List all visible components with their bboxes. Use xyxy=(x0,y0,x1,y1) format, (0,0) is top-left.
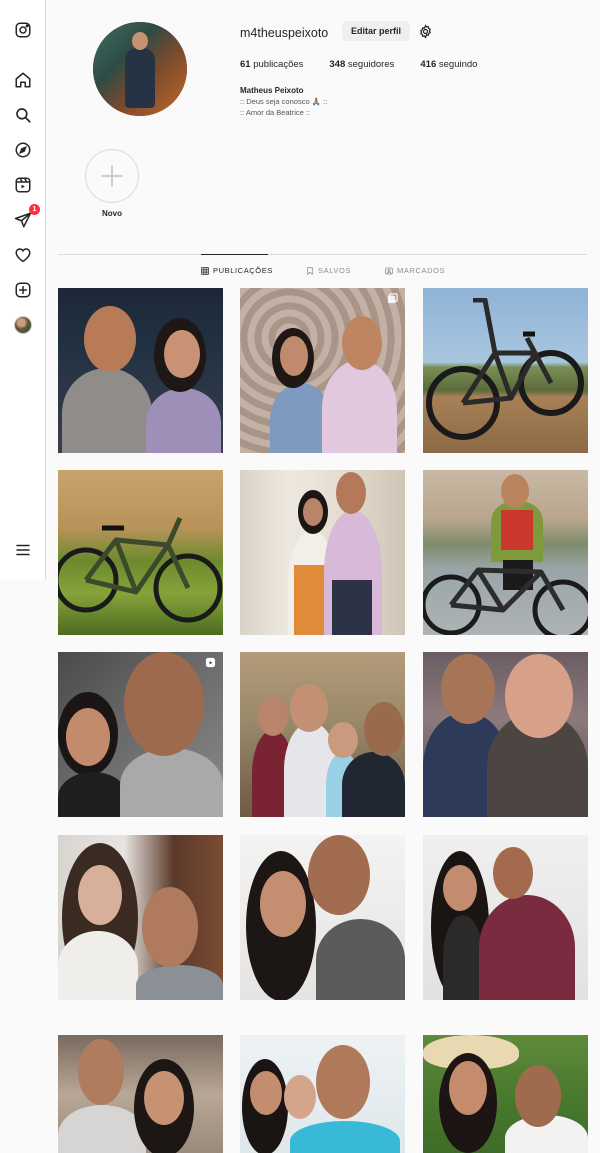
following-count: 416 xyxy=(420,59,437,70)
post-thumbnail[interactable] xyxy=(423,1035,588,1153)
post-thumbnail[interactable] xyxy=(240,470,405,635)
posts-stat: 61 publicações xyxy=(240,59,303,70)
tab-label: SALVOS xyxy=(318,266,352,275)
following-label: seguindo xyxy=(438,59,478,70)
reels-badge-icon xyxy=(205,657,216,668)
post-thumbnail[interactable] xyxy=(423,288,588,453)
username: m4theuspeixoto xyxy=(240,26,329,40)
tab-label: MARCADOS xyxy=(397,266,446,275)
post-thumbnail[interactable] xyxy=(58,652,223,817)
post-thumbnail[interactable] xyxy=(423,470,588,635)
tab-salvos[interactable]: SALVOS xyxy=(306,266,351,275)
profile-picture[interactable] xyxy=(93,22,187,116)
bicycle-image xyxy=(426,298,584,440)
bookmark-icon xyxy=(307,266,313,275)
tab-label: PUBLICAÇÕES xyxy=(213,266,273,275)
search-icon[interactable] xyxy=(12,104,34,126)
tab-marcados[interactable]: MARCADOS xyxy=(385,266,445,275)
settings-gear-icon[interactable] xyxy=(416,22,434,40)
bicycle-image xyxy=(58,516,223,623)
post-thumbnail[interactable] xyxy=(240,835,405,1000)
post-thumbnail[interactable] xyxy=(58,470,223,635)
sidebar: 1 xyxy=(0,0,46,580)
edit-profile-button[interactable]: Editar perfil xyxy=(342,21,411,41)
post-thumbnail[interactable] xyxy=(423,652,588,817)
messages-badge: 1 xyxy=(29,204,40,215)
followers-label: seguidores xyxy=(347,59,395,70)
tabs-divider xyxy=(58,254,587,255)
messages-icon[interactable]: 1 xyxy=(12,204,40,231)
new-highlight-button[interactable] xyxy=(85,149,139,203)
menu-icon[interactable] xyxy=(12,539,34,561)
post-thumbnail[interactable] xyxy=(58,835,223,1000)
profile-avatar[interactable] xyxy=(12,314,34,336)
bio-line: :: Deus seja conosco 🙏🏽 :: xyxy=(240,97,328,106)
profile-name: Matheus Peixoto xyxy=(240,86,304,95)
carousel-icon xyxy=(387,293,398,304)
create-icon[interactable] xyxy=(12,279,34,301)
active-tab-indicator xyxy=(201,254,268,255)
highlight-label: Novo xyxy=(102,209,122,218)
post-thumbnail[interactable] xyxy=(58,288,223,453)
post-thumbnail[interactable] xyxy=(423,835,588,1000)
posts-label: publicações xyxy=(253,59,304,70)
home-icon[interactable] xyxy=(12,69,34,91)
profile-stats: 61 publicações 348 seguidores 416 seguin… xyxy=(240,59,503,70)
post-thumbnail[interactable] xyxy=(240,288,405,453)
followers-stat[interactable]: 348 seguidores xyxy=(329,59,394,70)
bicycle-image xyxy=(423,567,588,635)
reels-icon[interactable] xyxy=(12,174,34,196)
plus-icon xyxy=(101,165,123,187)
following-stat[interactable]: 416 seguindo xyxy=(420,59,477,70)
followers-count: 348 xyxy=(329,59,346,70)
bio-line: :: Amor da Beatrice :: xyxy=(240,108,311,117)
instagram-logo-icon[interactable] xyxy=(12,19,34,41)
tab-publicacoes[interactable]: PUBLICAÇÕES xyxy=(201,266,273,275)
notifications-icon[interactable] xyxy=(12,244,34,266)
grid-icon xyxy=(201,266,209,275)
posts-count: 61 xyxy=(240,59,251,70)
tagged-icon xyxy=(385,267,393,274)
post-thumbnail[interactable] xyxy=(240,652,405,817)
post-thumbnail[interactable] xyxy=(240,1035,405,1153)
post-thumbnail[interactable] xyxy=(58,1035,223,1153)
explore-icon[interactable] xyxy=(12,139,34,161)
